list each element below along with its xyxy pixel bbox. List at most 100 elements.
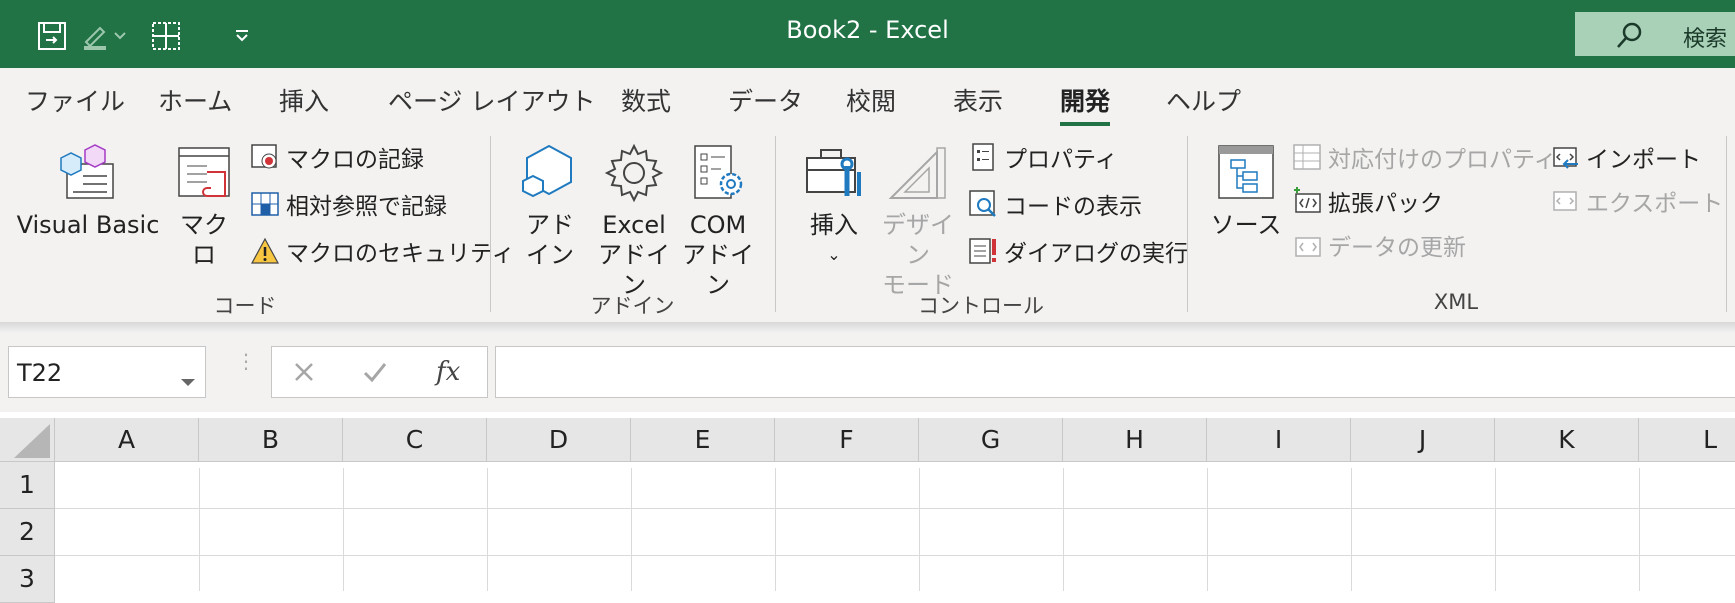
properties-button[interactable]: プロパティ bbox=[966, 140, 1118, 174]
import-icon bbox=[1548, 140, 1582, 174]
drag-handle-icon[interactable]: ⋮ bbox=[236, 351, 256, 371]
macro-security-label: マクロのセキュリティ bbox=[286, 241, 515, 267]
expansion-packs-button[interactable]: 拡張パック bbox=[1290, 184, 1443, 218]
tab-help[interactable]: ヘルプ bbox=[1166, 82, 1241, 118]
addins-label-2: イン bbox=[526, 241, 574, 269]
gridline bbox=[1639, 468, 1640, 591]
chevron-down-icon: ⌄ bbox=[827, 245, 841, 264]
relative-reference-label: 相対参照で記録 bbox=[286, 194, 447, 220]
com-addins-icon bbox=[694, 145, 743, 199]
view-code-button[interactable]: コードの表示 bbox=[966, 187, 1142, 221]
select-all-button[interactable] bbox=[0, 418, 55, 462]
formula-input[interactable] bbox=[495, 346, 1735, 398]
visual-basic-icon bbox=[60, 144, 114, 199]
xml-export-button[interactable]: エクスポート bbox=[1548, 184, 1723, 218]
record-macro-label: マクロの記録 bbox=[286, 147, 424, 173]
addins-button[interactable]: アド イン bbox=[512, 142, 588, 270]
column-header[interactable]: A bbox=[55, 418, 199, 462]
column-header[interactable]: E bbox=[631, 418, 775, 462]
relative-reference-button[interactable]: 相対参照で記録 bbox=[248, 187, 447, 221]
column-header[interactable]: C bbox=[343, 418, 487, 462]
gridline bbox=[1063, 468, 1064, 591]
formula-bar: T22 ⋮ fx bbox=[0, 332, 1735, 412]
cancel-icon[interactable] bbox=[292, 360, 316, 388]
tab-file[interactable]: ファイル bbox=[25, 82, 125, 118]
gridline bbox=[199, 468, 200, 591]
gridline bbox=[1207, 468, 1208, 591]
relative-reference-icon bbox=[248, 187, 282, 221]
macro-security-button[interactable]: マクロのセキュリティ bbox=[248, 234, 515, 268]
group-xml-label: XML bbox=[1433, 290, 1479, 314]
macros-button[interactable]: マクロ bbox=[170, 142, 238, 270]
warning-icon bbox=[248, 234, 282, 268]
refresh-data-icon bbox=[1290, 228, 1324, 262]
gridline bbox=[55, 508, 1735, 509]
map-properties-button[interactable]: 対応付けのプロパティ bbox=[1290, 140, 1557, 174]
column-header[interactable]: B bbox=[199, 418, 343, 462]
refresh-data-label: データの更新 bbox=[1328, 235, 1466, 261]
column-header[interactable]: K bbox=[1495, 418, 1639, 462]
run-dialog-icon bbox=[966, 234, 1000, 268]
addins-label-1: アド bbox=[526, 211, 574, 239]
tab-data[interactable]: データ bbox=[728, 82, 803, 118]
gridline bbox=[487, 468, 488, 591]
record-macro-icon bbox=[248, 140, 282, 174]
tab-insert[interactable]: 挿入 bbox=[279, 82, 329, 118]
row-header[interactable]: 2 bbox=[0, 509, 55, 556]
row-header[interactable]: 1 bbox=[0, 462, 55, 509]
search-box[interactable]: 検索 bbox=[1575, 12, 1735, 56]
excel-addins-button[interactable]: Excel アドイン bbox=[594, 142, 674, 300]
insert-control-button[interactable]: 挿入 ⌄ bbox=[798, 142, 870, 270]
gridline bbox=[1351, 468, 1352, 591]
map-properties-icon bbox=[1290, 140, 1324, 174]
xml-source-button[interactable]: ソース bbox=[1208, 142, 1284, 240]
column-header[interactable]: J bbox=[1351, 418, 1495, 462]
group-separator bbox=[1726, 136, 1727, 312]
design-mode-button[interactable]: デザイン モード bbox=[876, 142, 960, 300]
tab-page-layout[interactable]: ページ レイアウト bbox=[388, 82, 595, 118]
column-header[interactable]: I bbox=[1207, 418, 1351, 462]
ribbon-tabs: ファイル ホーム 挿入 ページ レイアウト 数式 データ 校閲 表示 開発 ヘル… bbox=[0, 68, 1735, 126]
chevron-down-icon[interactable] bbox=[181, 365, 195, 393]
xml-export-label: エクスポート bbox=[1586, 191, 1724, 217]
worksheet-grid: A B C D E F G H I J K L 1 2 3 bbox=[0, 412, 1735, 603]
refresh-data-button[interactable]: データの更新 bbox=[1290, 228, 1466, 262]
gridline bbox=[1495, 468, 1496, 591]
ribbon-shadow bbox=[0, 322, 1735, 332]
com-addins-button[interactable]: COM アドイン bbox=[678, 142, 758, 300]
column-header[interactable]: H bbox=[1063, 418, 1207, 462]
gridline bbox=[55, 555, 1735, 556]
toolbox-icon bbox=[806, 149, 861, 196]
title-bar: Book2 - Excel 検索 bbox=[0, 0, 1735, 68]
column-header[interactable]: G bbox=[919, 418, 1063, 462]
com-addins-label-1: COM bbox=[689, 211, 747, 239]
tab-review[interactable]: 校閲 bbox=[846, 82, 896, 118]
group-separator bbox=[1187, 136, 1188, 312]
run-dialog-button[interactable]: ダイアログの実行 bbox=[966, 234, 1188, 268]
tab-view[interactable]: 表示 bbox=[953, 82, 1003, 118]
xml-import-button[interactable]: インポート bbox=[1548, 140, 1701, 174]
map-properties-label: 対応付けのプロパティ bbox=[1328, 147, 1557, 173]
xml-source-icon bbox=[1218, 145, 1274, 199]
record-macro-button[interactable]: マクロの記録 bbox=[248, 140, 424, 174]
tab-home[interactable]: ホーム bbox=[158, 82, 232, 118]
properties-icon bbox=[966, 140, 1000, 174]
properties-label: プロパティ bbox=[1004, 147, 1118, 173]
column-header[interactable]: L bbox=[1639, 418, 1735, 462]
visual-basic-button[interactable]: Visual Basic bbox=[16, 142, 160, 240]
row-header[interactable]: 3 bbox=[0, 556, 55, 603]
enter-icon[interactable] bbox=[362, 360, 388, 388]
visual-basic-label: Visual Basic bbox=[16, 211, 160, 239]
column-header[interactable]: F bbox=[775, 418, 919, 462]
name-box[interactable]: T22 bbox=[8, 346, 206, 398]
design-mode-label-1: デザイン bbox=[882, 211, 954, 269]
name-box-value: T22 bbox=[17, 359, 63, 387]
window-title: Book2 - Excel bbox=[786, 16, 949, 44]
gridline bbox=[631, 468, 632, 591]
column-header[interactable]: D bbox=[487, 418, 631, 462]
view-code-icon bbox=[966, 187, 1000, 221]
design-mode-icon bbox=[888, 147, 946, 199]
tab-formulas[interactable]: 数式 bbox=[621, 82, 671, 118]
tab-developer[interactable]: 開発 bbox=[1060, 82, 1111, 126]
insert-function-icon[interactable]: fx bbox=[436, 357, 460, 387]
